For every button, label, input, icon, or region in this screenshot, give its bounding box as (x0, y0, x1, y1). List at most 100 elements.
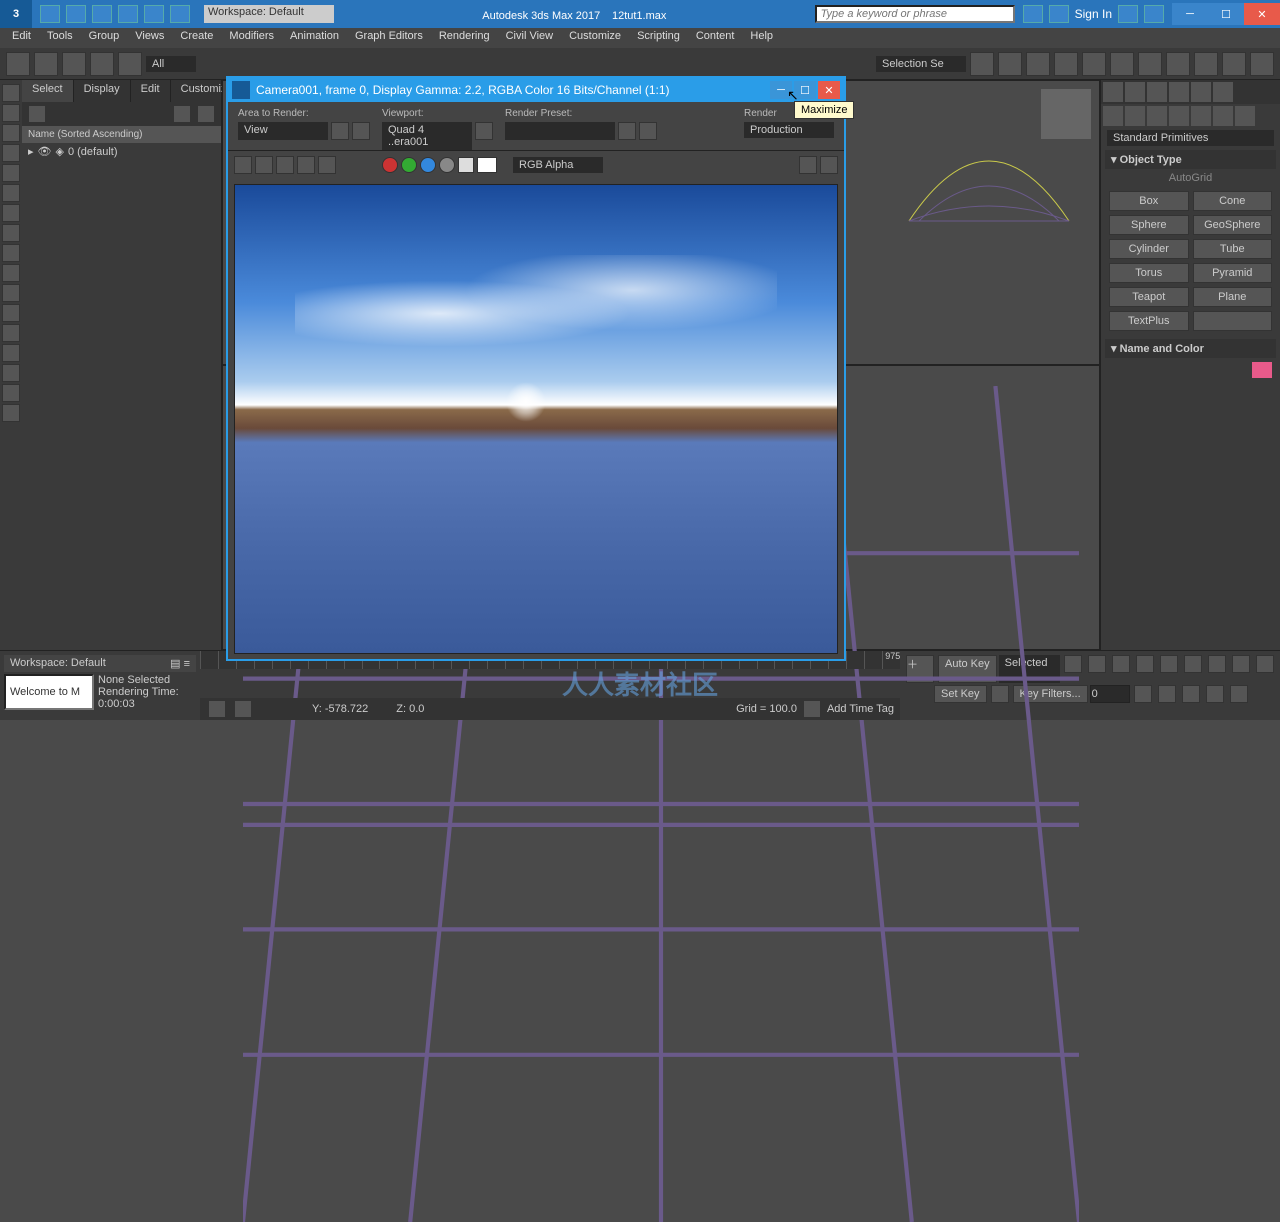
area-dropdown[interactable]: View (238, 122, 328, 140)
timeline-tick[interactable] (200, 651, 218, 669)
lt-xref-icon[interactable] (2, 304, 20, 322)
rw-red-channel[interactable] (382, 157, 398, 173)
workspace-dropdown[interactable]: Workspace: Default (204, 5, 334, 23)
btn-sphere[interactable]: Sphere (1109, 215, 1189, 235)
rw-channel-dropdown[interactable]: RGB Alpha (513, 157, 603, 173)
menu-views[interactable]: Views (127, 28, 172, 48)
eye-icon[interactable]: 👁 (38, 145, 52, 158)
preset-setup-icon[interactable] (618, 122, 636, 140)
rw-blue-channel[interactable] (420, 157, 436, 173)
open-icon[interactable] (66, 5, 86, 23)
redo-icon[interactable] (144, 5, 164, 23)
new-icon[interactable] (40, 5, 60, 23)
lt-camera-icon[interactable] (2, 124, 20, 142)
rw-compare-icon[interactable] (820, 156, 838, 174)
timeline-tick[interactable] (864, 651, 882, 669)
cat-cameras-icon[interactable] (1169, 106, 1189, 126)
save-icon[interactable] (92, 5, 112, 23)
tab-edit[interactable]: Edit (131, 80, 171, 102)
sign-in-link[interactable]: Sign In (1075, 7, 1112, 21)
menu-scripting[interactable]: Scripting (629, 28, 688, 48)
lt-plus-icon[interactable] (2, 324, 20, 342)
layers-icon[interactable] (1026, 52, 1050, 76)
render-production-icon[interactable] (1222, 52, 1246, 76)
frame-input[interactable] (1090, 685, 1130, 703)
prev-frame-icon[interactable] (1088, 655, 1106, 673)
play-icon[interactable] (1112, 655, 1130, 673)
modify-tab-icon[interactable] (1125, 82, 1145, 102)
curve-editor-icon[interactable] (1054, 52, 1078, 76)
ws-config-icon[interactable]: ▤ ≡ (170, 657, 190, 670)
cat-helpers-icon[interactable] (1191, 106, 1211, 126)
lt-light-icon[interactable] (2, 104, 20, 122)
rw-save-icon[interactable] (234, 156, 252, 174)
rw-mono-channel[interactable] (458, 157, 474, 173)
btn-box[interactable]: Box (1109, 191, 1189, 211)
preset-dropdown[interactable] (505, 122, 615, 140)
utilities-tab-icon[interactable] (1213, 82, 1233, 102)
maximize-icon[interactable]: ☐ (1208, 3, 1244, 25)
menu-graph-editors[interactable]: Graph Editors (347, 28, 431, 48)
autogrid-check[interactable]: AutoGrid (1105, 169, 1276, 187)
cat-lights-icon[interactable] (1147, 106, 1167, 126)
rw-copy-icon[interactable] (255, 156, 273, 174)
search-input[interactable] (815, 5, 1015, 23)
lt-list-icon[interactable] (2, 344, 20, 362)
lt-bone-icon[interactable] (2, 204, 20, 222)
unlink-button[interactable] (90, 52, 114, 76)
menu-animation[interactable]: Animation (282, 28, 347, 48)
roll-icon[interactable] (1206, 685, 1224, 703)
rw-clone-icon[interactable] (276, 156, 294, 174)
explorer-icon[interactable] (1250, 52, 1274, 76)
menu-content[interactable]: Content (688, 28, 743, 48)
menu-group[interactable]: Group (81, 28, 128, 48)
selection-set-dropdown[interactable]: Selection Se (876, 56, 966, 72)
menu-help[interactable]: Help (742, 28, 781, 48)
dolly-icon[interactable] (1182, 685, 1200, 703)
menu-civil-view[interactable]: Civil View (498, 28, 561, 48)
pan-icon[interactable] (1184, 655, 1202, 673)
rw-alpha-channel[interactable] (439, 157, 455, 173)
btn-tube[interactable]: Tube (1193, 239, 1273, 259)
btn-cylinder[interactable]: Cylinder (1109, 239, 1189, 259)
btn-pyramid[interactable]: Pyramid (1193, 263, 1273, 283)
lt-hide-icon[interactable] (2, 264, 20, 282)
render-icon[interactable] (1194, 52, 1218, 76)
undo-button[interactable] (6, 52, 30, 76)
render-frame-icon[interactable] (1166, 52, 1190, 76)
zoom-icon[interactable] (1208, 655, 1226, 673)
rollout-object-type[interactable]: ▾ Object Type (1105, 150, 1276, 169)
fov-icon[interactable] (1232, 655, 1250, 673)
menu-modifiers[interactable]: Modifiers (221, 28, 282, 48)
create-tab-icon[interactable] (1103, 82, 1123, 102)
lt-shape-icon[interactable] (2, 144, 20, 162)
close-icon[interactable]: ✕ (1244, 3, 1280, 25)
btn-plane[interactable]: Plane (1193, 287, 1273, 307)
list-item[interactable]: ▸ 👁 ◈ 0 (default) (22, 143, 221, 160)
menu-create[interactable]: Create (172, 28, 221, 48)
rw-clear-icon[interactable] (318, 156, 336, 174)
rw-print-icon[interactable] (297, 156, 315, 174)
cat-shapes-icon[interactable] (1125, 106, 1145, 126)
max-icon[interactable] (1256, 655, 1274, 673)
lt-geometry-icon[interactable] (2, 84, 20, 102)
category-dropdown[interactable]: Standard Primitives (1107, 130, 1274, 146)
menu-customize[interactable]: Customize (561, 28, 629, 48)
menu-rendering[interactable]: Rendering (431, 28, 498, 48)
add-time-tag[interactable]: Add Time Tag (827, 703, 894, 715)
vp-lock-icon[interactable] (475, 122, 493, 140)
help-icon[interactable] (1144, 5, 1164, 23)
time-tag-icon[interactable] (803, 700, 821, 718)
btn-geosphere[interactable]: GeoSphere (1193, 215, 1273, 235)
lt-group-icon[interactable] (2, 284, 20, 302)
isolate-icon[interactable] (234, 700, 252, 718)
lt-helper-icon[interactable] (2, 164, 20, 182)
exchange-icon[interactable] (1118, 5, 1138, 23)
btn-teapot[interactable]: Teapot (1109, 287, 1189, 307)
render-close-icon[interactable]: ✕ (818, 81, 840, 99)
btn-torus[interactable]: Torus (1109, 263, 1189, 283)
undo-icon[interactable] (118, 5, 138, 23)
selection-filter[interactable]: All (146, 56, 196, 72)
menu-tools[interactable]: Tools (39, 28, 81, 48)
minmax-icon[interactable] (1230, 685, 1248, 703)
